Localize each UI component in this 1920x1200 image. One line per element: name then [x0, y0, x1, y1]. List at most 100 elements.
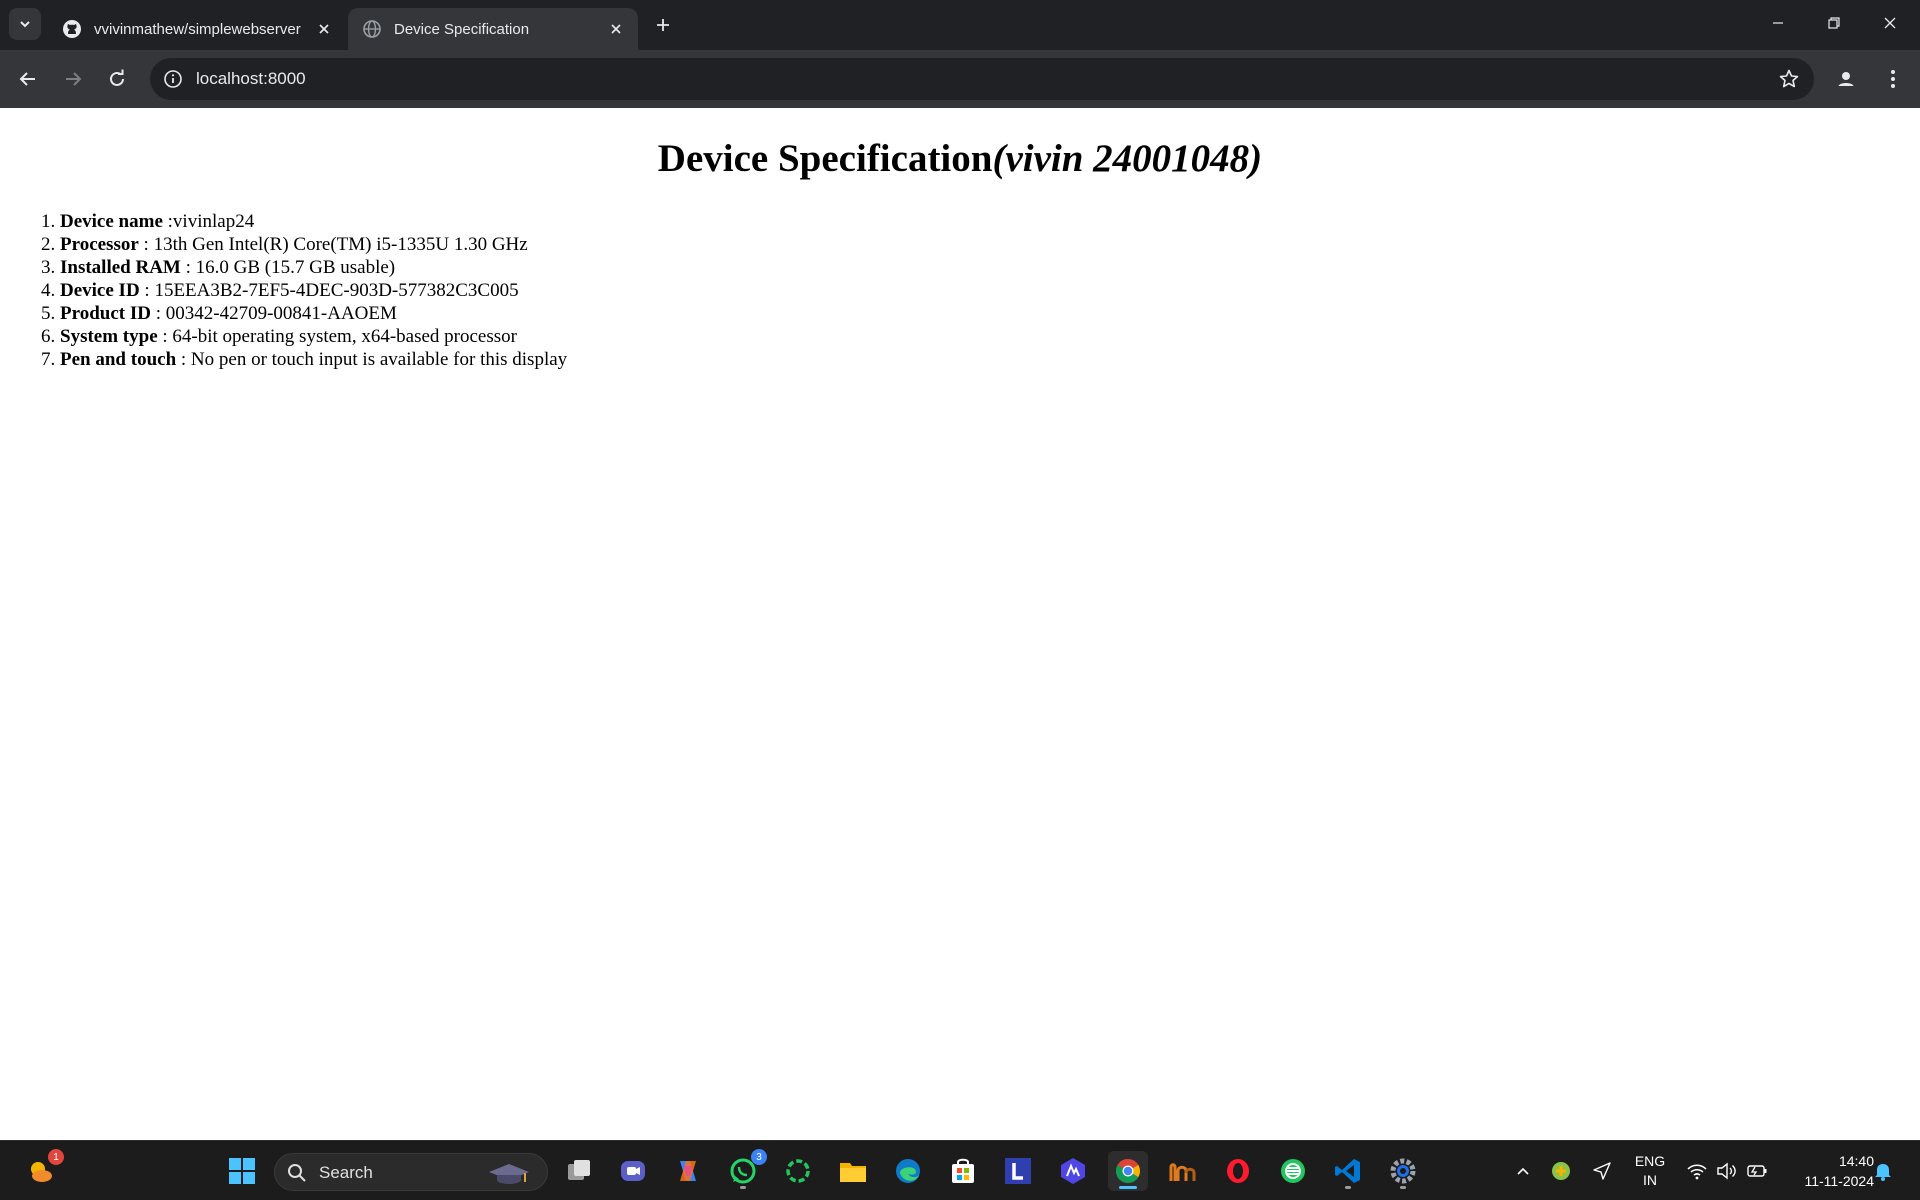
- spec-item-pen-and-touch: Pen and touch : No pen or touch input is…: [60, 348, 567, 371]
- address-bar[interactable]: localhost:8000: [150, 58, 1814, 100]
- tab-github[interactable]: vvivinmathew/simplewebserver: [48, 8, 346, 50]
- arrow-right-icon: [66, 72, 82, 86]
- active-indicator: [1119, 1186, 1137, 1189]
- clock-time: 14:40: [1838, 1153, 1874, 1169]
- close-icon: [1884, 17, 1896, 29]
- running-indicator: [1345, 1186, 1351, 1189]
- forward-button[interactable]: [56, 62, 90, 96]
- taskbar-aurora[interactable]: [1053, 1151, 1093, 1191]
- tab-title: vvivinmathew/simplewebserver: [94, 20, 301, 38]
- chevron-down-icon: [20, 21, 30, 28]
- profile-button[interactable]: [1830, 63, 1862, 95]
- taskbar-chrome[interactable]: [1108, 1151, 1148, 1191]
- close-tab-icon[interactable]: [606, 19, 626, 39]
- spec-value: : 16.0 GB (15.7 GB usable): [180, 257, 396, 278]
- minimize-button[interactable]: [1750, 0, 1806, 46]
- graduation-cap-icon: [489, 1164, 529, 1184]
- spec-label: Device ID: [60, 280, 140, 301]
- address-text[interactable]: localhost:8000: [196, 69, 306, 89]
- spec-label: Product ID: [60, 303, 151, 324]
- spec-item-device-id: Device ID : 15EEA3B2-7EF5-4DEC-903D-5773…: [60, 279, 567, 302]
- spec-label: System type: [60, 326, 158, 347]
- weather-widget[interactable]: 1: [20, 1149, 64, 1191]
- restore-button[interactable]: [1806, 0, 1862, 46]
- info-icon[interactable]: [162, 68, 184, 90]
- chevron-up-icon: [1517, 1167, 1529, 1175]
- running-indicator: [1400, 1186, 1406, 1189]
- taskbar-vscode[interactable]: [1328, 1151, 1368, 1191]
- region-code: IN: [1643, 1172, 1657, 1188]
- taskbar-edge[interactable]: [888, 1151, 928, 1191]
- profile-icon: [1835, 68, 1857, 90]
- spec-value: : 15EEA3B2-7EF5-4DEC-903D-577382C3C005: [139, 280, 519, 301]
- vscode-icon: [1335, 1159, 1360, 1183]
- clock-date: 11-11-2024: [1804, 1173, 1874, 1189]
- location-button[interactable]: [1590, 1159, 1614, 1183]
- tab-device-specification[interactable]: Device Specification: [348, 8, 638, 50]
- teams-icon: [621, 1161, 645, 1181]
- store-icon: [952, 1158, 974, 1183]
- taskbar-whatsapp[interactable]: 3: [723, 1149, 767, 1191]
- settings-icon: [1390, 1158, 1416, 1184]
- taskbar-teams[interactable]: [613, 1151, 653, 1191]
- close-tab-icon[interactable]: [314, 19, 334, 39]
- back-button[interactable]: [11, 62, 45, 96]
- start-icon: [229, 1158, 255, 1184]
- spec-item-installed-ram: Installed RAM : 16.0 GB (15.7 GB usable): [60, 256, 567, 279]
- new-tab-button[interactable]: [650, 12, 676, 38]
- spec-label: Processor: [60, 234, 139, 255]
- spec-item-system-type: System type : 64-bit operating system, x…: [60, 325, 567, 348]
- spec-value: : 13th Gen Intel(R) Core(TM) i5-1335U 1.…: [138, 234, 528, 255]
- bell-icon: [1875, 1164, 1891, 1181]
- taskbar-copilot[interactable]: [668, 1151, 708, 1191]
- reload-button[interactable]: [100, 62, 134, 96]
- bookmark-star-icon[interactable]: [1778, 68, 1800, 90]
- spec-item-product-id: Product ID : 00342-42709-00841-AAOEM: [60, 302, 567, 325]
- browser-toolbar: localhost:8000: [0, 50, 1920, 108]
- battery-status[interactable]: [1745, 1159, 1769, 1183]
- ring-app-icon: [786, 1159, 810, 1183]
- page-title-author: (vivin 24001048): [992, 137, 1263, 180]
- taskbar-settings[interactable]: [1383, 1151, 1423, 1191]
- github-icon: [63, 20, 81, 38]
- search-icon: [288, 1164, 306, 1182]
- taskbar-l-app[interactable]: [998, 1151, 1038, 1191]
- taskbar-store[interactable]: [943, 1151, 983, 1191]
- taskbar-file-explorer[interactable]: [833, 1151, 873, 1191]
- start-button[interactable]: [222, 1151, 262, 1191]
- spec-label: Pen and touch: [60, 349, 177, 370]
- restore-icon: [1828, 17, 1840, 29]
- search-label: Search: [319, 1163, 373, 1182]
- task-view-icon: [568, 1160, 590, 1180]
- spec-list: Device name :vivinlap24 Processor : 13th…: [60, 210, 567, 371]
- l-app-icon: [1005, 1158, 1031, 1184]
- spec-value: : 64-bit operating system, x64-based pro…: [157, 326, 517, 347]
- wifi-status[interactable]: [1685, 1159, 1709, 1183]
- plus-icon: [657, 19, 669, 31]
- clock[interactable]: 14:40 11-11-2024: [1782, 1151, 1874, 1191]
- tray-app-button[interactable]: [1549, 1159, 1573, 1183]
- browser-menu-button[interactable]: [1877, 63, 1909, 95]
- taskbar-maven-app[interactable]: [1163, 1151, 1203, 1191]
- volume-status[interactable]: [1715, 1159, 1739, 1183]
- reload-icon: [110, 69, 124, 86]
- notification-badge: 3: [751, 1149, 767, 1165]
- running-indicator: [740, 1186, 746, 1189]
- taskbar-opera[interactable]: [1218, 1151, 1258, 1191]
- globe-icon: [363, 20, 381, 38]
- volume-icon: [1717, 1162, 1736, 1180]
- input-language[interactable]: ENG IN: [1628, 1152, 1672, 1190]
- notifications-button[interactable]: [1871, 1159, 1895, 1183]
- arrow-left-icon: [19, 72, 35, 86]
- taskbar: 1 Search 3 ENG IN 14:40 11-11-2024: [0, 1140, 1920, 1200]
- show-hidden-icons-button[interactable]: [1511, 1159, 1535, 1183]
- chrome-icon: [1116, 1159, 1140, 1184]
- taskbar-green-app[interactable]: [1273, 1151, 1313, 1191]
- location-arrow-icon: [1593, 1162, 1611, 1180]
- tab-search-button[interactable]: [9, 8, 41, 40]
- taskbar-search[interactable]: Search: [274, 1153, 548, 1191]
- taskbar-ring-app[interactable]: [778, 1151, 818, 1191]
- more-vertical-icon: [1891, 70, 1895, 88]
- taskbar-task-view[interactable]: [559, 1151, 599, 1191]
- close-window-button[interactable]: [1862, 0, 1918, 46]
